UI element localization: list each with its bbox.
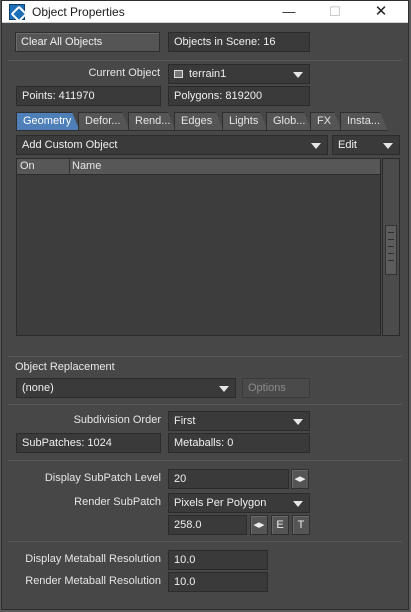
render-metaball-resolution-input[interactable]: 10.0: [168, 572, 268, 592]
tab-fx[interactable]: FX: [310, 112, 342, 131]
title-bar[interactable]: Object Properties — ☐ ✕: [2, 1, 408, 23]
render-subpatch-mode-select[interactable]: Pixels Per Polygon: [168, 493, 310, 513]
display-subpatch-slider-icon[interactable]: ◂▸: [291, 469, 309, 489]
object-icon: [174, 70, 183, 78]
maximize-button[interactable]: ☐: [312, 1, 358, 22]
minimize-button[interactable]: —: [266, 1, 312, 22]
options-button[interactable]: Options: [242, 378, 310, 398]
metaballs-readout: Metaballs: 0: [168, 433, 310, 453]
subdivision-order-label: Subdivision Order: [73, 414, 161, 426]
points-readout: Points: 411970: [16, 86, 161, 106]
current-object-value: terrain1: [189, 68, 227, 80]
chevron-down-icon: [219, 386, 229, 392]
object-replacement-value: (none): [22, 382, 54, 394]
edit-label: Edit: [338, 139, 357, 151]
chevron-down-icon: [311, 143, 321, 149]
object-replacement-title: Object Replacement: [15, 361, 115, 373]
subdivision-order-value: First: [174, 415, 196, 427]
polygons-readout: Polygons: 819200: [168, 86, 310, 106]
display-metaball-resolution-input[interactable]: 10.0: [168, 550, 268, 570]
object-replacement-select[interactable]: (none): [16, 378, 236, 398]
close-button[interactable]: ✕: [358, 1, 404, 22]
scroll-thumb[interactable]: [385, 225, 397, 275]
current-object-select[interactable]: terrain1: [168, 64, 310, 84]
divider: [8, 541, 402, 542]
tab-deform[interactable]: Defor...: [78, 112, 130, 131]
divider: [8, 356, 402, 357]
tab-edges[interactable]: Edges: [174, 112, 224, 131]
chevron-down-icon: [293, 501, 303, 507]
subdivision-order-select[interactable]: First: [168, 411, 310, 431]
render-subpatch-mode-value: Pixels Per Polygon: [174, 497, 267, 509]
tab-instance[interactable]: Insta...: [340, 112, 388, 131]
divider: [8, 460, 402, 461]
texture-button[interactable]: T: [292, 515, 310, 535]
divider: [8, 60, 402, 61]
render-subpatch-label: Render SubPatch: [74, 496, 161, 508]
clear-all-objects-button[interactable]: Clear All Objects: [15, 32, 160, 52]
column-header-on[interactable]: On: [20, 160, 35, 172]
current-object-label: Current Object: [88, 67, 160, 79]
chevron-down-icon: [293, 419, 303, 425]
envelope-button[interactable]: E: [271, 515, 289, 535]
tab-geometry[interactable]: Geometry: [16, 112, 80, 131]
list-header: On Name: [17, 159, 380, 175]
chevron-down-icon: [293, 72, 303, 78]
object-properties-window: Object Properties — ☐ ✕ Clear All Object…: [1, 0, 409, 610]
add-custom-object-select[interactable]: Add Custom Object: [16, 135, 328, 155]
app-icon: [9, 4, 25, 20]
custom-object-list[interactable]: On Name: [16, 158, 381, 336]
chevron-down-icon: [383, 143, 393, 149]
display-metaball-resolution-label: Display Metaball Resolution: [25, 553, 161, 565]
column-divider: [69, 159, 70, 175]
render-subpatch-slider-icon[interactable]: ◂▸: [250, 515, 268, 535]
edit-select[interactable]: Edit: [332, 135, 400, 155]
list-scrollbar[interactable]: [382, 158, 400, 336]
tab-lights[interactable]: Lights: [222, 112, 268, 131]
window-title: Object Properties: [32, 5, 125, 19]
subpatches-readout: SubPatches: 1024: [16, 433, 161, 453]
add-custom-object-label: Add Custom Object: [22, 139, 118, 151]
display-subpatch-level-label: Display SubPatch Level: [44, 472, 161, 484]
render-metaball-resolution-label: Render Metaball Resolution: [25, 575, 161, 587]
display-subpatch-level-input[interactable]: 20: [168, 469, 289, 489]
render-subpatch-value-input[interactable]: 258.0: [168, 515, 247, 535]
column-header-name[interactable]: Name: [72, 160, 101, 172]
divider: [8, 404, 402, 405]
objects-in-scene-readout: Objects in Scene: 16: [168, 32, 310, 52]
tab-global[interactable]: Glob...: [266, 112, 312, 131]
tab-render[interactable]: Rend...: [128, 112, 176, 131]
